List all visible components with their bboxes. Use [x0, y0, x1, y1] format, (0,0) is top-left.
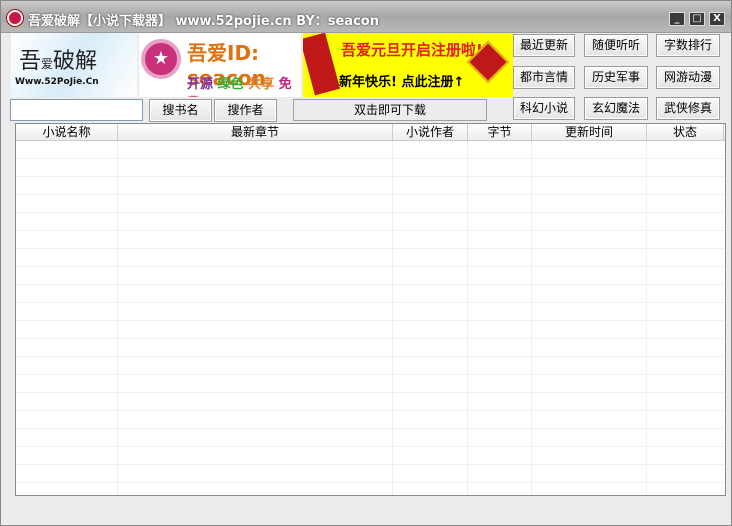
search-by-name-button[interactable]: 搜书名: [149, 99, 212, 122]
main-window: 吾爱破解【小说下载器】 www.52pojie.cn BY：seacon _ □…: [0, 0, 732, 526]
close-button[interactable]: X: [709, 12, 725, 26]
category-button[interactable]: 玄幻魔法: [584, 97, 648, 120]
app-icon: [7, 10, 23, 26]
logo-banner[interactable]: 吾爱破解 Www.52PoJie.Cn: [11, 33, 137, 97]
search-input[interactable]: [10, 99, 143, 121]
ad-tag: 共享: [248, 77, 275, 92]
column-header[interactable]: 小说名称: [16, 124, 118, 141]
column-header[interactable]: 字节: [468, 124, 532, 141]
column-header[interactable]: 状态: [647, 124, 724, 141]
table-header: 小说名称 最新章节 小说作者 字节 更新时间 状态: [16, 124, 725, 141]
column-header[interactable]: 最新章节: [118, 124, 393, 141]
novel-table[interactable]: 小说名称 最新章节 小说作者 字节 更新时间 状态: [15, 123, 726, 496]
title-bar: 吾爱破解【小说下载器】 www.52pojie.cn BY：seacon _ □…: [1, 1, 731, 33]
category-button[interactable]: 最近更新: [513, 34, 575, 57]
status-text: 双击即可下载: [293, 99, 487, 121]
minimize-button[interactable]: _: [669, 12, 685, 26]
column-header[interactable]: 更新时间: [532, 124, 647, 141]
window-title: 吾爱破解【小说下载器】 www.52pojie.cn BY：seacon: [28, 14, 379, 29]
ad-tag: 绿色: [217, 77, 244, 92]
category-button[interactable]: 字数排行: [656, 34, 720, 57]
search-by-author-button[interactable]: 搜作者: [214, 99, 277, 122]
category-button[interactable]: 都市言情: [513, 66, 575, 89]
ad-banner-seacon[interactable]: ★ 吾爱ID: seacon 开源 绿色 共享 免费: [139, 33, 301, 97]
ad-line1: 吾爱元旦开启注册啦!: [341, 41, 483, 59]
category-button[interactable]: 历史军事: [584, 66, 648, 89]
category-button[interactable]: 科幻小说: [513, 97, 575, 120]
category-button[interactable]: 网游动漫: [656, 66, 720, 89]
ad-banner-register[interactable]: 吾爱元旦开启注册啦! 新年快乐! 点此注册↑: [303, 33, 513, 97]
column-header[interactable]: 小说作者: [393, 124, 468, 141]
maximize-button[interactable]: □: [689, 12, 705, 26]
ad-tag: 开源: [187, 77, 214, 92]
category-button[interactable]: 随便听听: [584, 34, 648, 57]
category-button[interactable]: 武侠修真: [656, 97, 720, 120]
ad-line2: 新年快乐! 点此注册↑: [339, 75, 465, 90]
